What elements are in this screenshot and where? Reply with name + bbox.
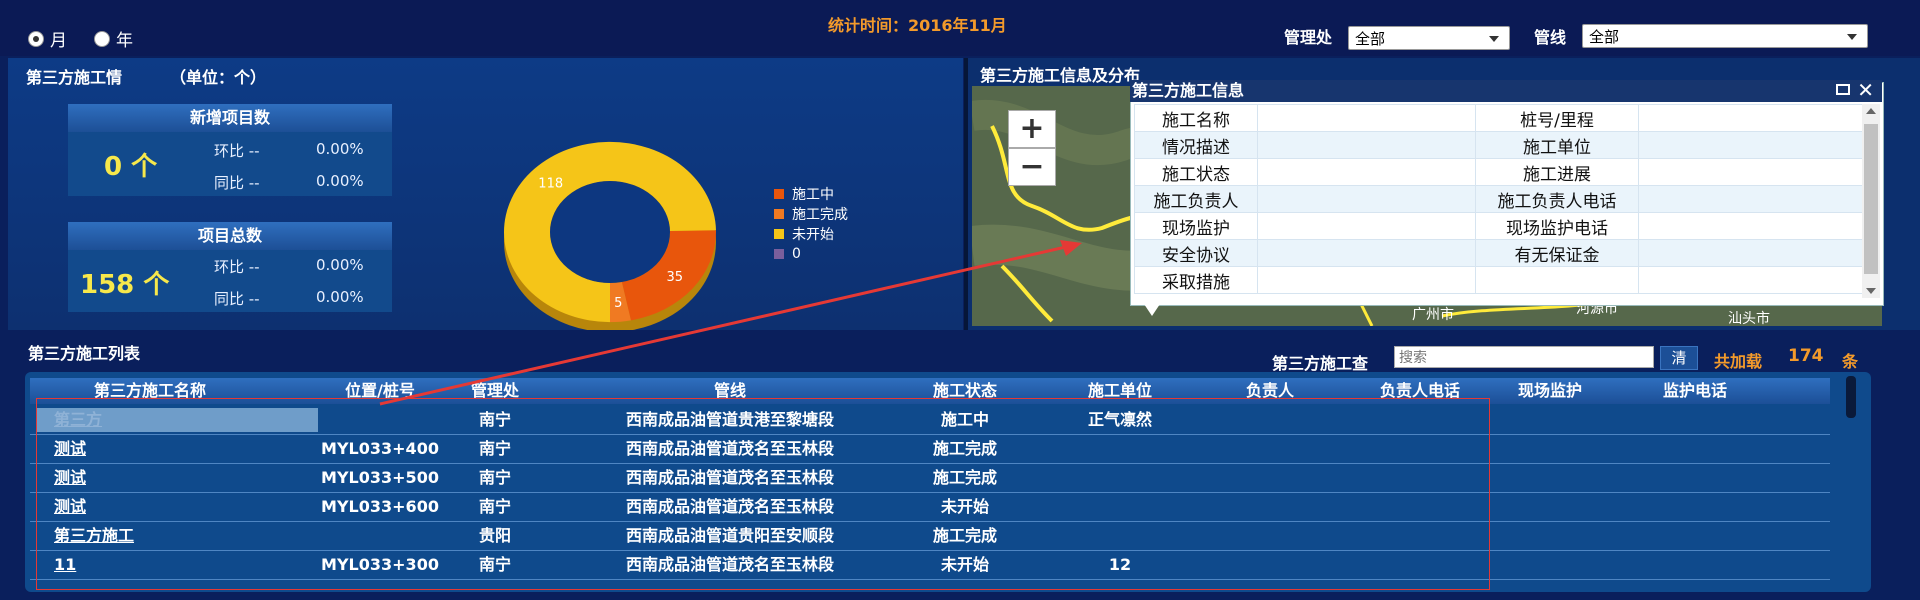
annotation-arrow: [379, 240, 1082, 406]
